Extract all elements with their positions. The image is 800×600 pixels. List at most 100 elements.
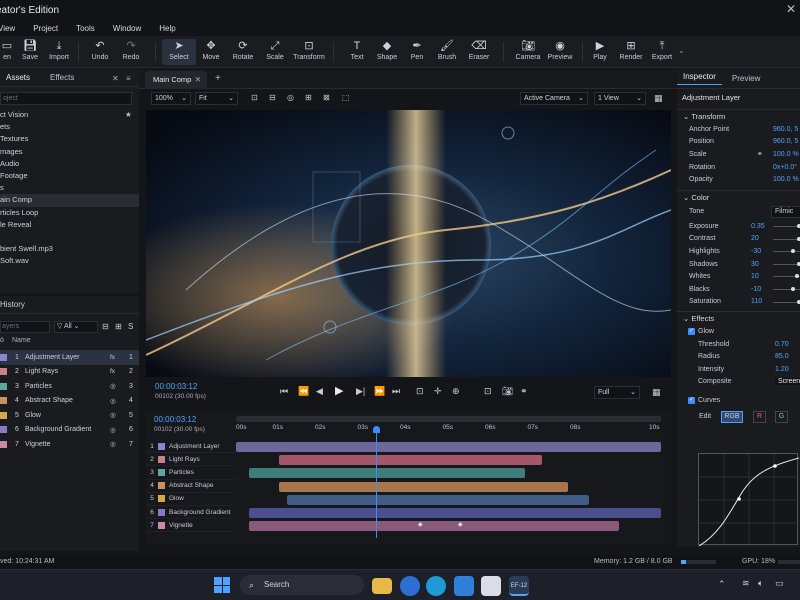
property-value[interactable]: 960.0, 5 bbox=[773, 126, 798, 133]
channel-rgb-button[interactable]: RGB bbox=[721, 410, 743, 423]
skip-end-icon[interactable]: ⏭ bbox=[392, 386, 400, 397]
property-value[interactable]: 0.35 bbox=[751, 223, 765, 230]
undo-button[interactable]: ↶ Undo bbox=[83, 39, 117, 65]
link-icon[interactable]: ⚭ bbox=[520, 386, 528, 397]
list-item[interactable]: ct Vision ★ bbox=[0, 109, 139, 121]
property-slider[interactable] bbox=[773, 261, 800, 266]
crop-icon[interactable]: ⬚ bbox=[342, 93, 350, 102]
tab-assets[interactable]: Assets bbox=[0, 73, 36, 82]
curves-effect-row[interactable]: ✓ Curves bbox=[677, 394, 800, 407]
property-slider[interactable] bbox=[773, 299, 800, 304]
track-clip[interactable] bbox=[278, 481, 568, 492]
file-explorer-icon[interactable] bbox=[372, 578, 392, 594]
list-item[interactable]: Textures bbox=[0, 133, 139, 145]
quality-select[interactable]: Full ⌄ bbox=[594, 386, 640, 399]
select-tool-button[interactable]: ➤ Select bbox=[162, 39, 196, 65]
region-icon[interactable]: ⊡ bbox=[484, 386, 492, 397]
redo-button[interactable]: ↷ Redo bbox=[114, 39, 148, 65]
list-item-selected[interactable]: ain Comp bbox=[0, 194, 139, 207]
skip-start-icon[interactable]: ⏮ bbox=[280, 386, 288, 397]
property-value[interactable]: 960.0, 5 bbox=[773, 138, 798, 145]
menu-tools[interactable]: Tools bbox=[67, 24, 104, 33]
curves-graph[interactable] bbox=[698, 453, 800, 547]
zoom-select[interactable]: 100% ⌄ bbox=[151, 92, 191, 105]
text-tool-button[interactable]: T Text bbox=[340, 39, 374, 65]
motion-icon[interactable]: ◎ bbox=[110, 411, 116, 419]
tone-select[interactable]: Filmic bbox=[771, 205, 800, 218]
layer-filter-select[interactable]: ▽ All ⌄ bbox=[54, 321, 98, 333]
property-slider[interactable] bbox=[773, 286, 800, 291]
property-value[interactable]: 30 bbox=[751, 261, 759, 268]
pen-tool-button[interactable]: ✒ Pen bbox=[400, 39, 434, 65]
property-value[interactable]: 110 bbox=[751, 298, 762, 305]
snapshot-icon[interactable]: ⊡ bbox=[416, 386, 424, 397]
edge-browser-icon[interactable] bbox=[426, 576, 446, 596]
frame-back-icon[interactable]: ◀ bbox=[316, 386, 323, 397]
list-item[interactable]: Footage bbox=[0, 170, 139, 182]
close-icon[interactable]: ✕ bbox=[112, 74, 119, 83]
color-section[interactable]: ⌄ Color bbox=[677, 189, 800, 204]
list-item[interactable]: le Reveal bbox=[0, 219, 139, 231]
property-value[interactable]: 0.70 bbox=[775, 341, 789, 348]
frame-forward-icon[interactable]: ▶| bbox=[356, 386, 365, 397]
layers-search-input[interactable]: ayers bbox=[0, 321, 50, 333]
lock-icon[interactable]: ⊟ bbox=[102, 322, 109, 331]
property-value[interactable]: 20 bbox=[751, 235, 759, 242]
menu-help[interactable]: Help bbox=[150, 24, 184, 33]
step-forward-icon[interactable]: ⏩ bbox=[374, 386, 385, 397]
play-button[interactable]: ▶ Play bbox=[583, 39, 617, 65]
list-item[interactable]: s bbox=[0, 182, 139, 194]
list-item[interactable]: bient Swell.mp3 bbox=[0, 243, 139, 255]
layer-row[interactable]: 7 Vignette ◎ 7 bbox=[0, 437, 139, 452]
battery-icon[interactable]: ▭ bbox=[775, 578, 784, 589]
track-label[interactable]: 7 Vignette bbox=[146, 519, 236, 533]
transform-tool-button[interactable]: ⊡ Transform bbox=[292, 39, 326, 65]
fx-icon[interactable]: fx bbox=[110, 368, 115, 375]
property-value[interactable]: -30 bbox=[751, 248, 761, 255]
track-clip[interactable] bbox=[248, 508, 661, 518]
property-value[interactable]: 85.0 bbox=[775, 353, 789, 360]
time-ruler[interactable]: 00s 01s 02s 03s 04s 05s 06s 07s 08s 10s bbox=[236, 424, 661, 438]
playhead[interactable] bbox=[373, 426, 381, 538]
store-icon[interactable] bbox=[481, 576, 501, 596]
layer-row[interactable]: 5 Glow ◎ 5 bbox=[0, 408, 139, 423]
fx-icon[interactable]: fx bbox=[110, 354, 115, 361]
track-clip[interactable] bbox=[287, 494, 589, 505]
step-back-icon[interactable]: ⏪ bbox=[298, 386, 309, 397]
composition-viewport[interactable] bbox=[146, 110, 671, 377]
property-slider[interactable] bbox=[773, 274, 800, 279]
property-value[interactable]: 1.20 bbox=[775, 366, 789, 373]
safe-zones-icon[interactable]: ⊠ bbox=[323, 93, 330, 102]
tab-inspector[interactable]: Inspector bbox=[677, 72, 722, 85]
eraser-tool-button[interactable]: ⌫ Eraser bbox=[462, 39, 496, 65]
fit-select[interactable]: Fit ⌄ bbox=[195, 92, 238, 105]
motion-icon[interactable]: ◎ bbox=[110, 382, 116, 390]
rotate-tool-button[interactable]: ⟳ Rotate bbox=[226, 39, 260, 65]
property-slider[interactable] bbox=[773, 236, 800, 241]
property-value[interactable]: 10 bbox=[751, 273, 759, 280]
wifi-icon[interactable]: ≋ bbox=[742, 578, 750, 589]
project-search-input[interactable]: oject bbox=[0, 92, 132, 105]
glow-checkbox[interactable]: ✓ bbox=[688, 327, 695, 335]
camera-button[interactable]: 📷︎ Camera bbox=[511, 39, 545, 65]
property-slider[interactable] bbox=[773, 249, 800, 254]
motion-icon[interactable]: ◎ bbox=[110, 397, 116, 405]
shape-tool-button[interactable]: ◆ Shape bbox=[370, 39, 404, 65]
scale-tool-button[interactable]: ⤢ Scale bbox=[258, 39, 292, 65]
keyframe-marker[interactable]: ◆ bbox=[418, 521, 423, 528]
motion-icon[interactable]: ◎ bbox=[110, 440, 116, 448]
solo-icon[interactable]: S bbox=[128, 322, 133, 331]
grid-icon[interactable]: ⊟ bbox=[269, 93, 276, 102]
layer-row[interactable]: 6 Background Gradient ◎ 6 bbox=[0, 423, 139, 438]
tab-effects[interactable]: Effects bbox=[44, 73, 80, 82]
layout-grid-icon[interactable]: ▦ bbox=[652, 387, 661, 398]
transform-section[interactable]: ⌄ Transform bbox=[677, 109, 800, 123]
curves-checkbox[interactable]: ✓ bbox=[688, 396, 695, 404]
layer-row[interactable]: 1 Adjustment Layer fx 1 bbox=[0, 350, 139, 365]
taskbar-search-input[interactable]: ⌕ Search bbox=[240, 575, 364, 595]
effects-section[interactable]: ⌄ Effects bbox=[677, 311, 800, 325]
property-value[interactable]: 0x+0.0° bbox=[773, 164, 797, 171]
mask-icon[interactable]: ◎ bbox=[287, 93, 294, 102]
motion-icon[interactable]: ◎ bbox=[110, 426, 116, 434]
list-item[interactable] bbox=[0, 231, 139, 243]
